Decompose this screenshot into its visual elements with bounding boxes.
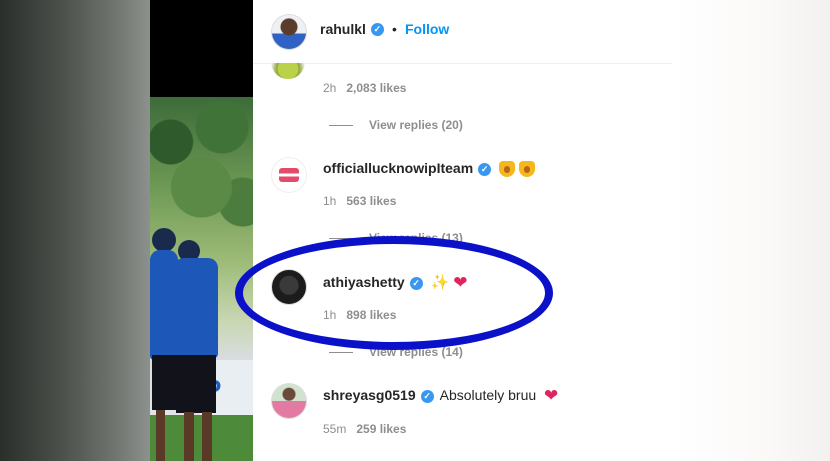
avatar[interactable] bbox=[271, 383, 307, 419]
view-replies-button[interactable]: View replies (20) bbox=[329, 118, 463, 132]
separator-dot: • bbox=[392, 21, 397, 37]
player-shorts bbox=[152, 355, 178, 410]
comment-likes[interactable]: 259 likes bbox=[356, 422, 406, 436]
follow-button[interactable]: Follow bbox=[405, 21, 449, 37]
comment-avatar[interactable] bbox=[271, 63, 305, 79]
avatar[interactable] bbox=[271, 157, 307, 193]
comment-meta: 1h 563 likes bbox=[323, 194, 396, 208]
player-head bbox=[152, 228, 176, 252]
comment-meta: 55m 259 likes bbox=[323, 422, 406, 436]
comment-meta: 2h 2,083 likes bbox=[323, 81, 406, 95]
comment-username[interactable]: officiallucknowipIteam bbox=[323, 160, 473, 176]
player-leg bbox=[202, 412, 212, 461]
comment-body: officiallucknowipIteam ✓ bbox=[323, 160, 536, 178]
post-header: rahulkl ✓ • Follow bbox=[253, 0, 672, 64]
player-shorts bbox=[176, 355, 216, 413]
comment-time: 55m bbox=[323, 422, 347, 436]
comment-username[interactable]: shreyasg0519 bbox=[323, 387, 416, 403]
verified-badge-icon: ✓ bbox=[420, 389, 434, 403]
photo-trees bbox=[150, 97, 253, 247]
avatar[interactable] bbox=[271, 14, 307, 50]
replies-line bbox=[329, 125, 353, 127]
highlight-oval bbox=[235, 236, 553, 350]
comment-body: shreyasg0519 ✓ Absolutely bruu ❤ bbox=[323, 386, 559, 406]
comment-time: 1h bbox=[323, 194, 337, 208]
verified-badge-icon: ✓ bbox=[478, 162, 492, 176]
team-logo-icon bbox=[279, 168, 299, 182]
comment-time: 2h bbox=[323, 81, 337, 95]
player-leg bbox=[184, 412, 194, 461]
comment-likes[interactable]: 2,083 likes bbox=[346, 81, 406, 95]
player-body bbox=[174, 258, 218, 358]
blurred-background bbox=[0, 0, 150, 461]
raised-hands-emoji bbox=[499, 161, 516, 178]
red-heart-emoji: ❤ bbox=[544, 386, 559, 406]
post-author[interactable]: rahulkl ✓ bbox=[320, 21, 384, 39]
verified-badge-icon: ✓ bbox=[370, 23, 384, 37]
post-username[interactable]: rahulkl bbox=[320, 21, 366, 37]
player-leg bbox=[156, 410, 165, 461]
raised-hands-emoji bbox=[519, 161, 536, 178]
comments-panel: rahulkl ✓ • Follow 2h 2,083 likes View rep… bbox=[253, 0, 672, 461]
blurred-background-right bbox=[672, 0, 830, 461]
comment-text: Absolutely bruu bbox=[439, 387, 537, 403]
view-replies-label[interactable]: View replies (20) bbox=[369, 118, 463, 132]
comment-likes[interactable]: 563 likes bbox=[346, 194, 396, 208]
replies-line bbox=[329, 352, 353, 354]
post-photo: P bbox=[150, 0, 253, 461]
